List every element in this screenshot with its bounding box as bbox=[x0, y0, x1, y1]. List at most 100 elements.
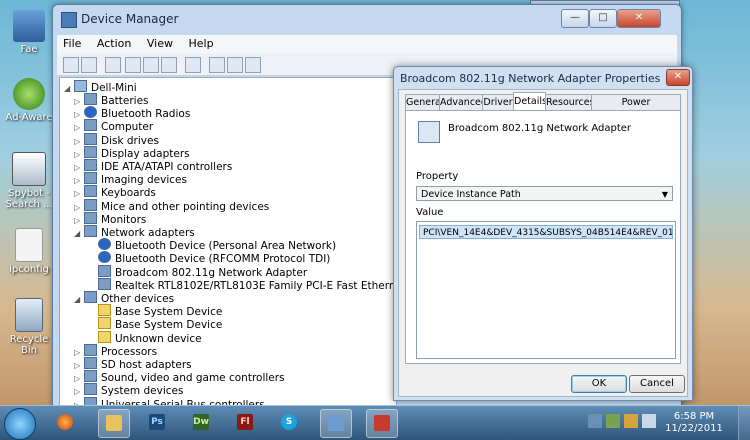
taskbar: Ps Dw Fl S 6:58 PM 11/22/2011 bbox=[0, 405, 750, 440]
show-hide-icon[interactable] bbox=[161, 57, 177, 73]
tree-category[interactable]: ▷ Mice and other pointing devices bbox=[74, 198, 269, 213]
tab-power-management[interactable]: Power Management bbox=[591, 94, 681, 123]
tree-category[interactable]: ▷ System devices bbox=[74, 383, 183, 397]
help-icon[interactable] bbox=[143, 57, 159, 73]
tab-details[interactable]: Details bbox=[513, 92, 547, 111]
properties-dialog[interactable]: Broadcom 802.11g Network Adapter Propert… bbox=[393, 66, 693, 401]
scan-hardware-icon[interactable] bbox=[185, 57, 201, 73]
tree-category[interactable]: ▷ Monitors bbox=[74, 211, 146, 226]
tree-category[interactable]: ▷ Display adapters bbox=[74, 145, 190, 160]
minimize-button[interactable]: — bbox=[561, 9, 589, 28]
tree-device[interactable]: Realtek RTL8102E/RTL8103E Family PCI-E F… bbox=[88, 277, 396, 292]
tree-category[interactable]: ▷ SD host adapters bbox=[74, 357, 192, 371]
tree-device[interactable]: Bluetooth Device (Personal Area Network) bbox=[88, 238, 337, 253]
tree-category[interactable]: ▷ Imaging devices bbox=[74, 172, 187, 186]
device-icon bbox=[84, 225, 97, 237]
tree-category[interactable]: ▷ Processors bbox=[74, 343, 157, 358]
desktop-icon-spybot[interactable]: Spybot - Search ... bbox=[4, 152, 54, 210]
value-label: Value bbox=[416, 207, 444, 218]
desktop-icon-ipconfig[interactable]: ipconfig bbox=[4, 228, 54, 275]
back-icon[interactable] bbox=[63, 57, 79, 73]
device-tree[interactable]: ◢ Dell-Mini ▷ Batteries ▷ Bluetooth Radios ▷ C… bbox=[59, 77, 397, 407]
desktop-icon-ad-aware[interactable]: Ad-Aware bbox=[4, 78, 54, 123]
taskbar-dreamweaver[interactable]: Dw bbox=[186, 409, 216, 436]
tab-resources[interactable]: Resources bbox=[545, 94, 595, 110]
tree-category[interactable]: ▷ Batteries bbox=[74, 93, 149, 107]
tree-item-label: Base System Device bbox=[115, 319, 223, 332]
menu-action[interactable]: Action bbox=[91, 35, 137, 52]
device-icon bbox=[84, 211, 97, 224]
cancel-button[interactable]: Cancel bbox=[629, 375, 685, 393]
photoshop-icon: Ps bbox=[149, 414, 165, 430]
tree-item-label: Realtek RTL8102E/RTL8103E Family PCI-E F… bbox=[115, 279, 396, 292]
tree-device[interactable]: Bluetooth Device (RFCOMM Protocol TDI) bbox=[88, 251, 331, 266]
ad-aware-icon bbox=[13, 78, 45, 110]
desktop-icon-fae[interactable]: Fae bbox=[4, 10, 54, 55]
desktop-icon-recycle-bin[interactable]: Recycle Bin bbox=[4, 298, 54, 356]
tree-category[interactable]: ▷ Disk drives bbox=[74, 132, 159, 147]
tree-item-label: Bluetooth Device (Personal Area Network) bbox=[115, 240, 337, 253]
disable-icon[interactable] bbox=[245, 57, 261, 73]
show-desktop-button[interactable] bbox=[738, 406, 750, 440]
taskbar-explorer[interactable] bbox=[98, 409, 130, 438]
tree-device[interactable]: Broadcom 802.11g Network Adapter bbox=[88, 264, 307, 279]
properties-icon[interactable] bbox=[125, 57, 141, 73]
device-icon bbox=[98, 317, 111, 330]
forward-icon[interactable] bbox=[81, 57, 97, 73]
clock-date: 11/22/2011 bbox=[665, 423, 723, 434]
device-icon bbox=[84, 357, 97, 369]
tree-category[interactable]: ◢ Other devices bbox=[74, 291, 174, 306]
tree-device[interactable]: Unknown device bbox=[88, 330, 202, 345]
menu-file[interactable]: File bbox=[57, 35, 87, 52]
tree-root[interactable]: ◢ Dell-Mini bbox=[64, 80, 137, 95]
expand-icon[interactable]: ◢ bbox=[74, 293, 84, 306]
collapse-icon[interactable]: ◢ bbox=[64, 82, 74, 95]
user-folder-icon bbox=[13, 10, 45, 42]
close-button[interactable]: ✕ bbox=[617, 9, 661, 28]
start-button[interactable] bbox=[4, 408, 36, 440]
ok-button[interactable]: OK bbox=[571, 375, 627, 393]
taskbar-photoshop[interactable]: Ps bbox=[142, 409, 172, 436]
tab-driver[interactable]: Driver bbox=[482, 94, 514, 110]
clock[interactable]: 6:58 PM 11/22/2011 bbox=[664, 411, 724, 435]
tree-item-label: Display adapters bbox=[101, 147, 190, 160]
tree-item-label: Bluetooth Device (RFCOMM Protocol TDI) bbox=[115, 253, 331, 266]
tray-icon-1[interactable] bbox=[588, 414, 602, 428]
taskbar-skype[interactable]: S bbox=[274, 409, 304, 436]
uninstall-icon[interactable] bbox=[227, 57, 243, 73]
expand-icon[interactable]: ◢ bbox=[74, 227, 84, 240]
tree-category[interactable]: ▷ IDE ATA/ATAPI controllers bbox=[74, 159, 232, 173]
tree-category[interactable]: ◢ Network adapters bbox=[74, 225, 195, 240]
tree-category[interactable]: ▷ Bluetooth Radios bbox=[74, 106, 190, 120]
title-bar[interactable]: Device Manager — □ ✕ bbox=[53, 5, 681, 33]
tree-item-label: Unknown device bbox=[115, 332, 202, 345]
tab-general[interactable]: General bbox=[405, 94, 443, 110]
taskbar-firefox[interactable] bbox=[50, 409, 80, 436]
tab-advanced[interactable]: Advanced bbox=[439, 94, 487, 110]
network-icon[interactable] bbox=[606, 414, 620, 428]
up-icon[interactable] bbox=[105, 57, 121, 73]
tree-item-label: Computer bbox=[101, 121, 154, 134]
tree-category[interactable]: ▷ Sound, video and game controllers bbox=[74, 370, 285, 384]
value-list[interactable]: PCI\VEN_14E4&DEV_4315&SUBSYS_04B514E4&RE… bbox=[416, 221, 676, 359]
menu-view[interactable]: View bbox=[141, 35, 179, 52]
taskbar-toolbox[interactable] bbox=[366, 409, 398, 438]
tree-device[interactable]: Base System Device bbox=[88, 317, 223, 332]
value-item[interactable]: PCI\VEN_14E4&DEV_4315&SUBSYS_04B514E4&RE… bbox=[419, 225, 673, 239]
taskbar-flash[interactable]: Fl bbox=[230, 409, 260, 436]
property-dropdown[interactable]: Device Instance Path ▼ bbox=[416, 186, 673, 201]
clock-time: 6:58 PM bbox=[673, 411, 715, 422]
volume-icon[interactable] bbox=[642, 414, 656, 428]
update-driver-icon[interactable] bbox=[209, 57, 225, 73]
property-label: Property bbox=[416, 171, 459, 182]
taskbar-device-manager[interactable] bbox=[320, 409, 352, 438]
menu-help[interactable]: Help bbox=[182, 35, 219, 52]
tree-item-label: Keyboards bbox=[101, 187, 156, 200]
recycle-bin-icon bbox=[15, 298, 43, 332]
maximize-button[interactable]: □ bbox=[589, 9, 617, 28]
tree-category[interactable]: ▷ Keyboards bbox=[74, 185, 156, 200]
tree-category[interactable]: ▷ Computer bbox=[74, 119, 154, 134]
tree-device[interactable]: Base System Device bbox=[88, 304, 222, 318]
close-button[interactable]: ✕ bbox=[666, 69, 690, 86]
flag-icon[interactable] bbox=[624, 414, 638, 428]
